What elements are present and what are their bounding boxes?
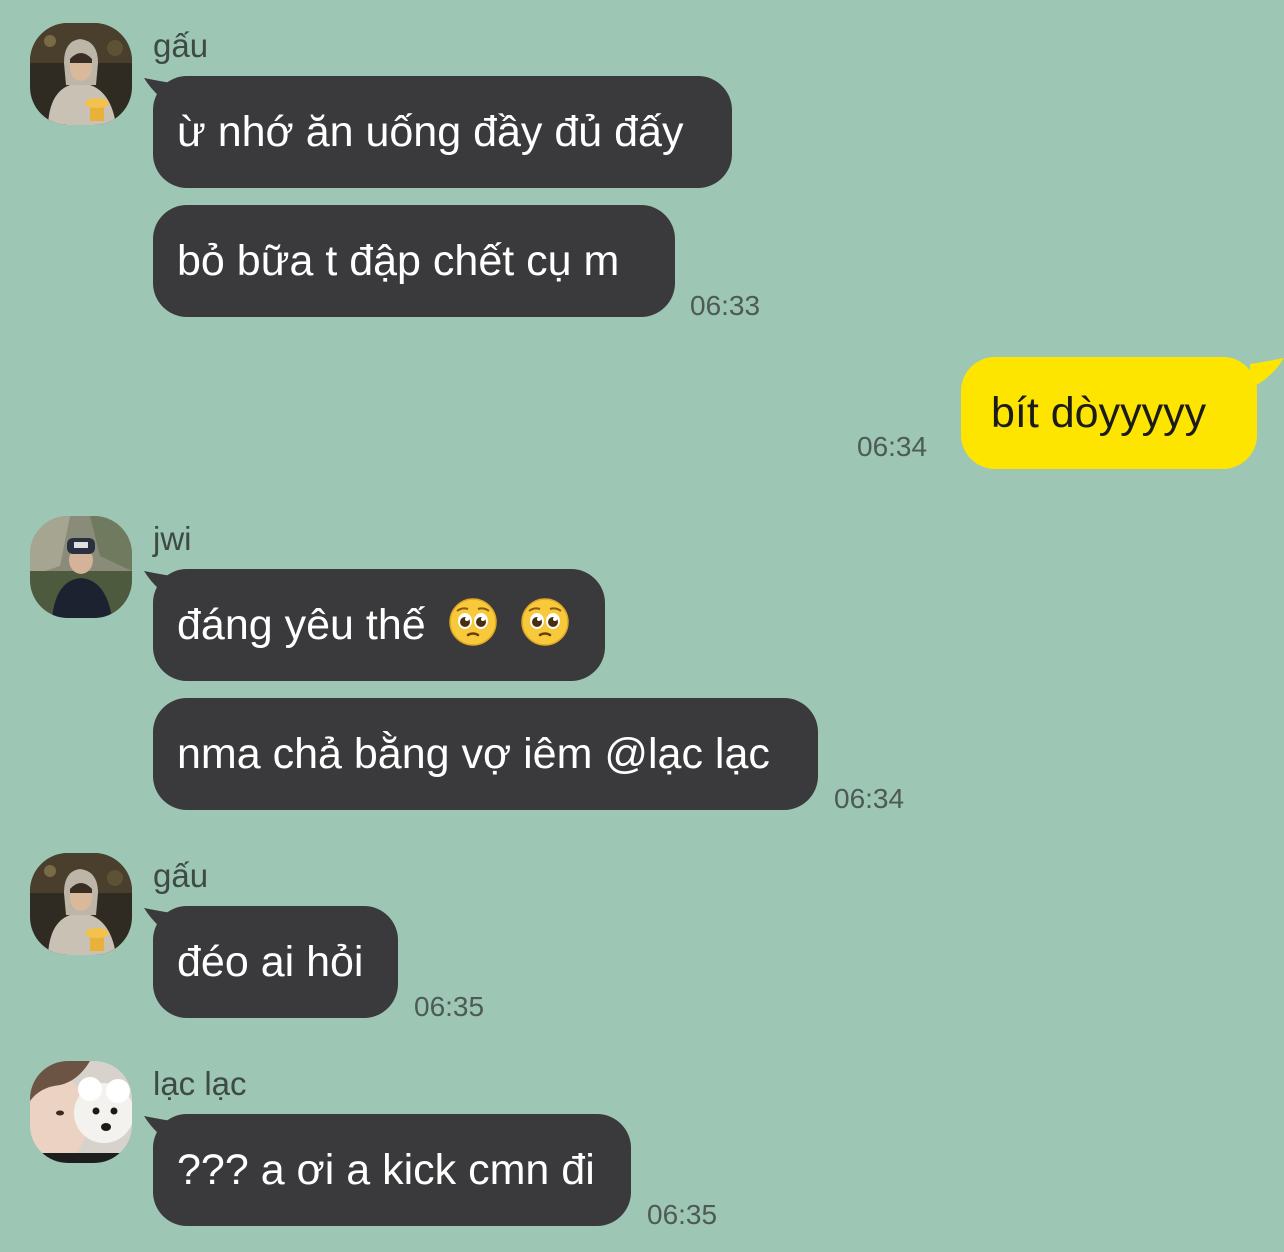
message-text: ừ nhớ ăn uống đầy đủ đấy: [177, 108, 684, 156]
message-time: 06:35: [647, 1199, 718, 1230]
message-bubble[interactable]: ừ nhớ ăn uống đầy đủ đấy: [153, 76, 732, 188]
pleading-face-emoji: [448, 597, 498, 647]
lac-lac-avatar[interactable]: [30, 1061, 132, 1163]
message-bubble[interactable]: ??? a ơi a kick cmn đi: [153, 1114, 631, 1226]
message-bubble-outgoing[interactable]: bít dòyyyyy: [961, 357, 1257, 469]
message-time: 06:34: [857, 431, 928, 462]
message-text: bít dòyyyyy: [991, 389, 1207, 437]
message-text: bỏ bữa t đập chết cụ m: [177, 237, 620, 285]
sender-name: gấu: [153, 857, 209, 894]
jwi-avatar[interactable]: [30, 516, 132, 618]
sender-name: lạc lạc: [153, 1065, 247, 1102]
message-text: đéo ai hỏi: [177, 938, 364, 986]
pleading-face-emoji: [520, 597, 570, 647]
message-bubble[interactable]: đéo ai hỏi: [153, 906, 398, 1018]
message-text: đáng yêu thế: [177, 601, 426, 649]
message-text: nma chả bằng vợ iêm @lạc lạc: [177, 730, 770, 778]
sender-name: jwi: [153, 520, 192, 557]
message-text: ??? a ơi a kick cmn đi: [177, 1146, 595, 1194]
message-bubble[interactable]: nma chả bằng vợ iêm @lạc lạc: [153, 698, 818, 810]
bubble-tail: [1250, 358, 1284, 388]
gau-avatar[interactable]: [30, 23, 132, 125]
message-time: 06:35: [414, 991, 485, 1022]
message-bubble[interactable]: đáng yêu thế: [153, 569, 605, 681]
message-bubble[interactable]: bỏ bữa t đập chết cụ m: [153, 205, 675, 317]
message-time: 06:33: [690, 290, 761, 321]
gau-avatar[interactable]: [30, 853, 132, 955]
sender-name: gấu: [153, 27, 209, 64]
message-time: 06:34: [834, 783, 905, 814]
